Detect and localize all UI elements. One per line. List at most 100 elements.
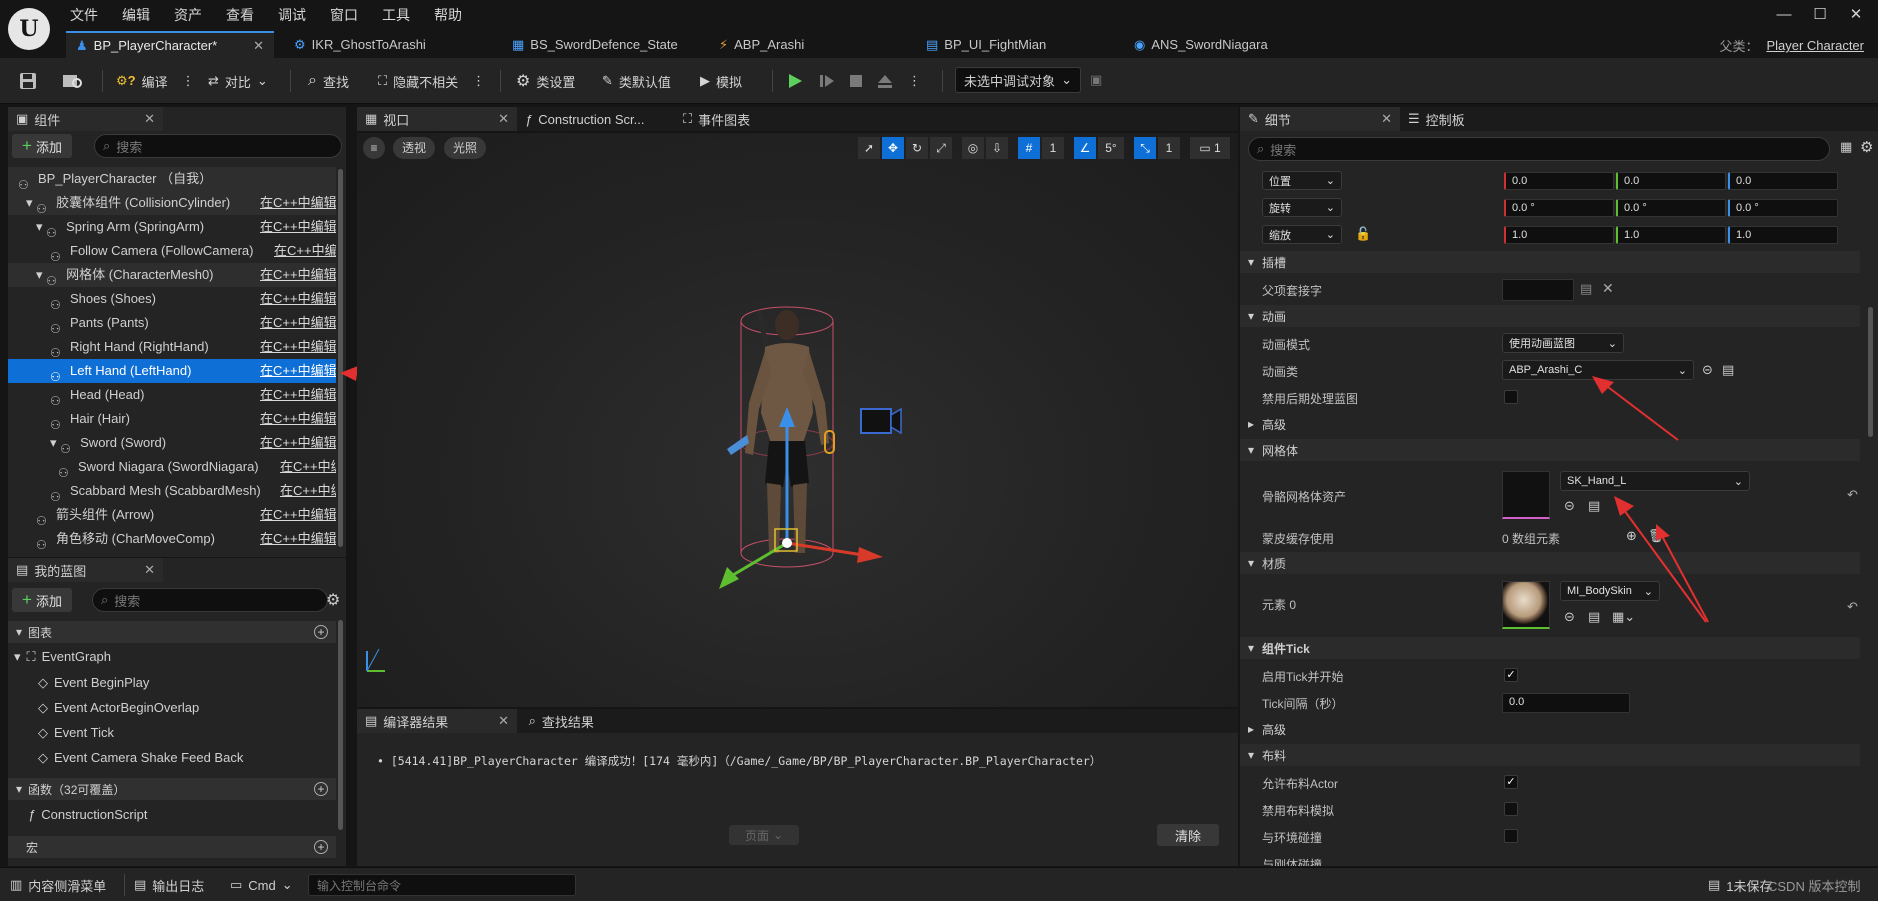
menu-tools[interactable]: 工具	[370, 2, 422, 28]
tab-construction-script[interactable]: ƒ Construction Scr...	[517, 107, 675, 131]
edit-in-cpp-link[interactable]: 在C++中编辑	[260, 215, 336, 239]
mesh-category[interactable]: ▾ 网格体	[1240, 439, 1860, 461]
close-tab-icon[interactable]: ✕	[253, 38, 264, 54]
expand-arrow-icon[interactable]: ▾	[26, 195, 36, 210]
construction-script-item[interactable]: ƒ ConstructionScript	[28, 804, 147, 825]
tab-viewport[interactable]: ▦ 视口 ✕	[357, 107, 517, 131]
eject-button[interactable]	[876, 68, 894, 94]
tab-bp-ui-fightmian[interactable]: ▤ BP_UI_FightMian	[916, 31, 1056, 58]
anim-mode-dropdown[interactable]: 使用动画蓝图 ⌄	[1502, 333, 1624, 353]
reset-to-default-icon[interactable]: ↶	[1847, 487, 1858, 503]
event-item[interactable]: ◇ Event ActorBeginOverlap	[38, 697, 199, 718]
use-selected-icon[interactable]: ⊝	[1564, 498, 1575, 514]
scale-dropdown[interactable]: 缩放 ⌄	[1262, 225, 1342, 244]
menu-view[interactable]: 查看	[214, 2, 266, 28]
tab-compiler-results[interactable]: ▤ 编译器结果 ✕	[357, 709, 517, 733]
debug-filter-icon[interactable]: ▣	[1090, 72, 1102, 88]
lit-button[interactable]: 光照	[444, 137, 487, 159]
close-tab-icon[interactable]: ✕	[1381, 111, 1392, 127]
component-row[interactable]: ⚇ Sword Niagara (SwordNiagara) 在C++中编辑	[8, 455, 336, 480]
content-drawer-button[interactable]: ▥ 内容侧滑菜单	[10, 874, 106, 896]
skeletal-mesh-dropdown[interactable]: SK_Hand_L ⌄	[1560, 471, 1750, 491]
parent-socket-field[interactable]	[1502, 279, 1574, 301]
angle-snap-value[interactable]: 5°	[1098, 137, 1124, 159]
component-row[interactable]: ⚇ Right Hand (RightHand) 在C++中编辑	[8, 335, 336, 360]
scale-snap-icon[interactable]: ⤡	[1134, 137, 1156, 159]
minimize-icon[interactable]: —	[1766, 4, 1802, 26]
table-view-icon[interactable]: ▦	[1840, 139, 1852, 155]
component-row[interactable]: ⚇ BP_PlayerCharacter （自我）	[8, 167, 336, 192]
disable-post-process-checkbox[interactable]	[1504, 390, 1518, 404]
camera-component-icon[interactable]	[859, 403, 903, 437]
component-row[interactable]: ▾ ⚇ Spring Arm (SpringArm) 在C++中编辑	[8, 215, 336, 240]
material-category[interactable]: ▾ 材质	[1240, 552, 1860, 574]
close-panel-icon[interactable]: ✕	[144, 562, 155, 578]
component-row[interactable]: ⚇ Hair (Hair) 在C++中编辑	[8, 407, 336, 432]
more-options-icon[interactable]: ⋮	[182, 73, 195, 89]
details-settings-icon[interactable]: ⚙	[1860, 138, 1873, 156]
page-button[interactable]: 页面 ⌄	[729, 825, 799, 845]
find-button[interactable]: ⌕ 查找	[308, 68, 349, 94]
functions-category[interactable]: ▾ 函数（32可覆盖） +	[8, 778, 336, 800]
rotation-x-field[interactable]: 0.0 °	[1504, 199, 1614, 217]
advanced-category[interactable]: ▸ 高级	[1240, 718, 1860, 740]
tab-palette[interactable]: ☰ 控制板	[1400, 107, 1520, 131]
save-icon[interactable]	[18, 68, 38, 94]
character-mesh[interactable]	[687, 303, 907, 613]
edit-in-cpp-link[interactable]: 在C++中编辑	[260, 311, 336, 335]
env-collide-checkbox[interactable]	[1504, 829, 1518, 843]
console-command-input[interactable]: 输入控制台命令	[308, 874, 576, 896]
tab-components[interactable]: ▣ 组件 ✕	[8, 107, 163, 131]
menu-help[interactable]: 帮助	[422, 2, 474, 28]
menu-asset[interactable]: 资产	[162, 2, 214, 28]
browse-asset-icon[interactable]: ▤	[1588, 609, 1600, 625]
component-tree-scrollbar[interactable]	[338, 169, 343, 547]
tick-enable-checkbox[interactable]: ✓	[1504, 668, 1518, 682]
close-window-icon[interactable]: ✕	[1838, 4, 1874, 26]
component-row[interactable]: ⚇ Pants (Pants) 在C++中编辑	[8, 311, 336, 336]
location-y-field[interactable]: 0.0	[1616, 172, 1726, 190]
settings-gear-icon[interactable]: ⚙	[326, 590, 340, 610]
add-function-icon[interactable]: +	[314, 782, 328, 796]
class-settings-button[interactable]: ⚙ 类设置	[516, 68, 575, 94]
stop-button[interactable]	[848, 68, 864, 94]
camera-speed-button[interactable]: ▭ 1	[1190, 137, 1230, 159]
move-icon[interactable]: ✥	[882, 137, 904, 159]
close-tab-icon[interactable]: ✕	[498, 111, 509, 127]
tab-find-results[interactable]: ⌕ 查找结果	[520, 709, 661, 733]
cloth-allow-checkbox[interactable]: ✓	[1504, 775, 1518, 789]
lock-icon[interactable]: 🔓	[1355, 226, 1371, 242]
advanced-category[interactable]: ▸ 高级	[1240, 413, 1860, 435]
surface-snap-icon[interactable]: ⇩	[986, 137, 1008, 159]
more-options-icon[interactable]: ⋮	[472, 73, 485, 89]
animation-category[interactable]: ▾ 动画	[1240, 305, 1860, 327]
use-selected-icon[interactable]: ⊝	[1702, 362, 1713, 378]
material-thumbnail[interactable]	[1502, 581, 1550, 629]
blueprint-search-input[interactable]: ⌕ 搜索	[92, 588, 328, 612]
component-row[interactable]: ▾ ⚇ 网格体 (CharacterMesh0) 在C++中编辑	[8, 263, 336, 288]
tab-bs-sworddefence[interactable]: ▦ BS_SwordDefence_State	[502, 31, 688, 58]
play-options-icon[interactable]: ⋮	[908, 68, 921, 94]
details-scrollbar[interactable]	[1868, 307, 1873, 437]
location-x-field[interactable]: 0.0	[1504, 172, 1614, 190]
compile-button[interactable]: ⚙? 编译 ⋮	[116, 68, 195, 94]
viewport-menu-icon[interactable]: ≡	[363, 137, 385, 159]
skeletal-mesh-thumbnail[interactable]	[1502, 471, 1550, 519]
play-button[interactable]	[786, 68, 804, 94]
component-row[interactable]: ▾ ⚇ 胶囊体组件 (CollisionCylinder) 在C++中编辑	[8, 191, 336, 216]
event-item[interactable]: ◇ Event BeginPlay	[38, 672, 149, 693]
browse-icon[interactable]	[62, 68, 84, 94]
event-graph-item[interactable]: ▾ ⛶ EventGraph	[14, 646, 111, 667]
graphs-category[interactable]: ▾ 图表 +	[8, 621, 336, 643]
details-search-input[interactable]: ⌕ 搜索	[1248, 137, 1830, 161]
rotation-dropdown[interactable]: 旋转 ⌄	[1262, 198, 1342, 217]
clear-socket-icon[interactable]: ✕	[1602, 280, 1614, 297]
close-panel-icon[interactable]: ✕	[144, 111, 155, 127]
tab-ans-swordniagara[interactable]: ◉ ANS_SwordNiagara	[1124, 31, 1278, 58]
tab-ikr-ghosttoarashi[interactable]: ⚙ IKR_GhostToArashi	[284, 31, 436, 58]
scale-snap-value[interactable]: 1	[1158, 137, 1180, 159]
component-row[interactable]: ⚇ Follow Camera (FollowCamera) 在C++中编辑	[8, 239, 336, 264]
edit-in-cpp-link[interactable]: 在C++中编辑	[274, 239, 336, 263]
maximize-icon[interactable]: ☐	[1802, 4, 1838, 26]
location-dropdown[interactable]: 位置 ⌄	[1262, 171, 1342, 190]
